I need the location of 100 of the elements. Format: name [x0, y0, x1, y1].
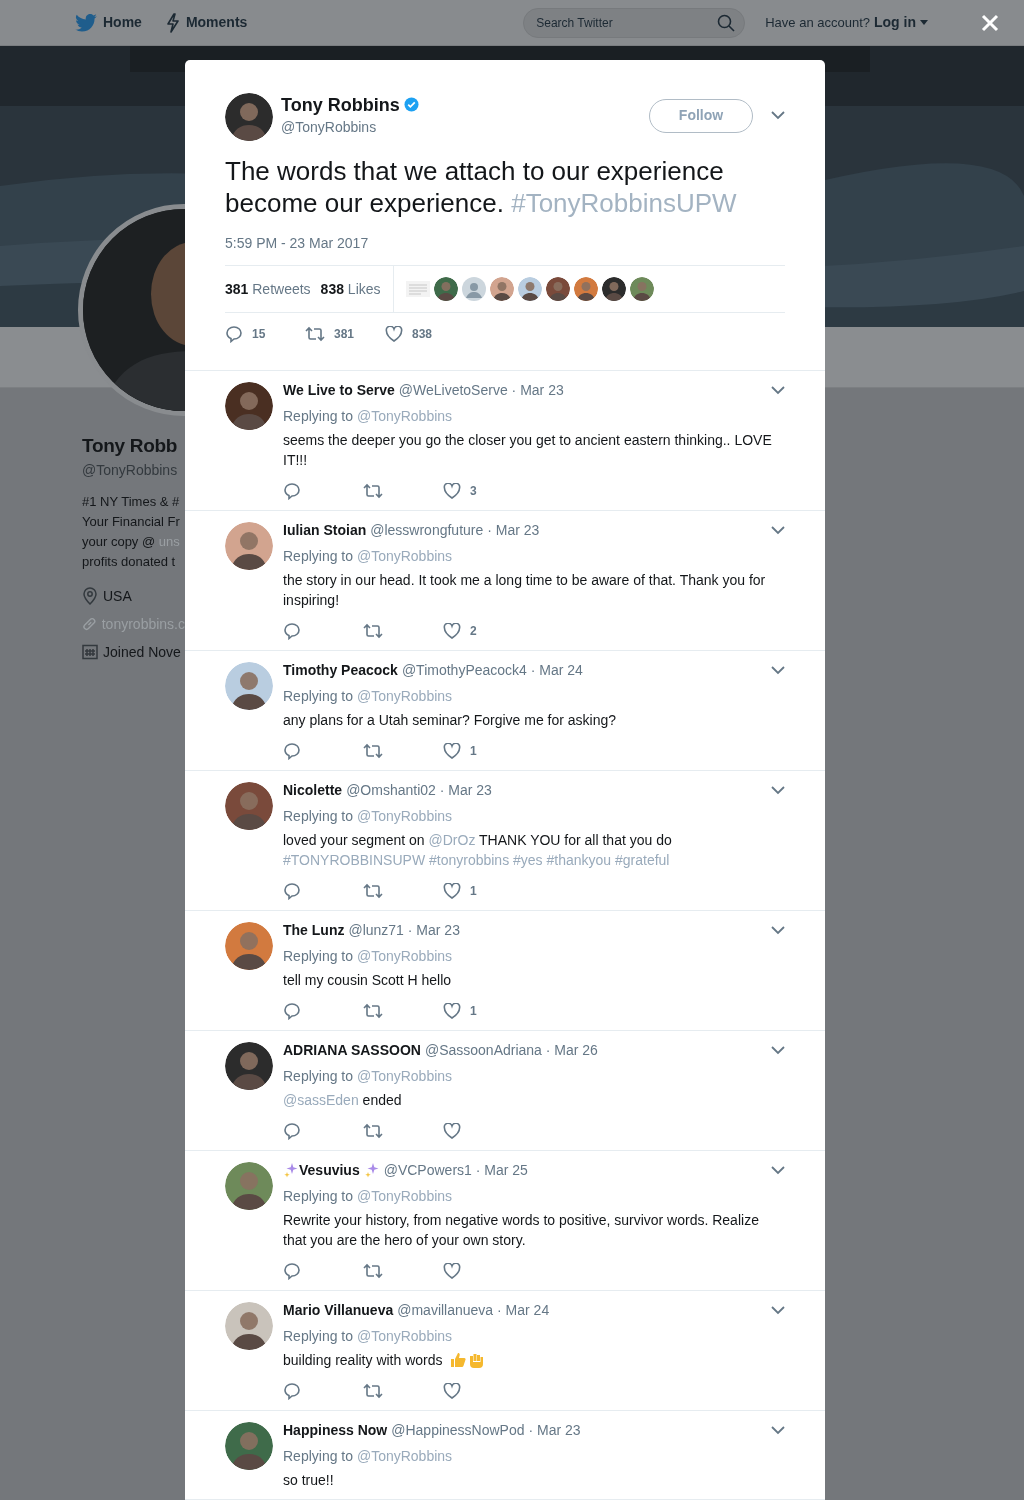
search-icon	[717, 13, 736, 32]
reply-handle-date: @Omshanti02 · Mar 23	[346, 781, 492, 800]
reply-text: any plans for a Utah seminar? Forgive me for asking?	[283, 711, 618, 730]
liker-avatar	[489, 277, 514, 301]
like-button[interactable]: 3	[443, 482, 523, 500]
author-handle: @TonyRobbins	[281, 117, 378, 137]
close-icon[interactable]	[981, 14, 999, 32]
retweet-button[interactable]: 381	[305, 325, 385, 343]
reply-icon	[283, 482, 301, 500]
reply-button[interactable]: 15	[225, 325, 305, 343]
chevron-down-icon[interactable]	[771, 785, 785, 795]
reply-avatar	[225, 382, 273, 430]
reply-handle-date: @VCPowers1 · Mar 25	[383, 1161, 528, 1180]
mention-link[interactable]: @TonyRobbins	[356, 548, 453, 564]
liker-avatar	[545, 277, 570, 301]
chevron-down-icon[interactable]	[771, 111, 785, 120]
nav-link[interactable]: Moments	[165, 12, 248, 33]
reply-author-name: Timothy Peacock	[283, 661, 398, 680]
reply-text: Rewrite your history, from negative words to positive, survivor words. Realize that you are the hero of your own story.	[283, 1211, 760, 1250]
login-button[interactable]: Log in	[870, 12, 928, 33]
heart-icon	[443, 1263, 461, 1279]
reply-link[interactable]: #TONYROBBINSUPW #tonyrobbins #yes #thankyou #grateful	[283, 852, 670, 868]
profile-detail: USA	[103, 587, 132, 606]
liker-avatar[interactable]	[461, 277, 486, 301]
replying-to-text: Replying to @TonyRobbins	[283, 1447, 454, 1466]
retweet-icon	[363, 1263, 383, 1279]
reply-avatar	[225, 1302, 273, 1350]
follow-button[interactable]: Follow	[649, 98, 753, 133]
like-count[interactable]: 838 Likes	[320, 278, 381, 300]
reply-author-name: ADRIANA SASSOON	[283, 1041, 421, 1060]
chevron-down-icon[interactable]	[771, 1045, 785, 1055]
like-button[interactable]: 1	[443, 742, 523, 760]
chevron-down-icon[interactable]	[771, 665, 785, 675]
retweet-count[interactable]: 381 Retweets	[225, 278, 311, 300]
mention-link[interactable]: @TonyRobbins	[356, 1448, 453, 1464]
chevron-down-icon[interactable]	[771, 1425, 785, 1435]
liker-avatar	[517, 277, 542, 301]
reply-avatar	[225, 522, 273, 570]
reply-link[interactable]: @sassEden	[283, 1092, 359, 1108]
hashtag-link[interactable]: #TonyRobbinsUPW	[511, 188, 737, 218]
reply-handle-date: @SassoonAdriana · Mar 26	[424, 1041, 598, 1060]
chevron-down-icon[interactable]	[771, 1305, 785, 1315]
reply-author-name: Iulian Stoian	[283, 521, 367, 540]
replying-to-text: Replying to @TonyRobbins	[283, 1187, 454, 1206]
chevron-down-icon[interactable]	[771, 925, 785, 935]
mention-link[interactable]: @TonyRobbins	[356, 948, 453, 964]
reply-text: the story in our head. It took me a long time to be aware of that. Thank you for inspiring!	[283, 571, 767, 610]
replying-to-text: Replying to @TonyRobbins	[283, 1067, 454, 1086]
reply-icon	[283, 1122, 301, 1140]
retweet-icon	[363, 483, 383, 499]
heart-icon	[443, 483, 461, 499]
reply-avatar	[225, 922, 273, 970]
search-field[interactable]: Search Twitter	[523, 7, 746, 38]
tweet-timestamp: 5:59 PM - 23 Mar 2017	[225, 234, 370, 253]
link-icon	[82, 616, 97, 632]
like-button[interactable]: 838	[385, 325, 465, 343]
reply-avatar	[225, 1422, 273, 1470]
calendar-icon	[82, 644, 98, 660]
account-prompt: Have an account?	[765, 13, 870, 32]
mention-link[interactable]: @TonyRobbins	[356, 688, 453, 704]
retweet-icon	[363, 1383, 383, 1399]
reply-text: building reality with words	[283, 1350, 785, 1370]
mention-link[interactable]: @TonyRobbins	[356, 1068, 453, 1084]
chevron-down-icon[interactable]	[771, 385, 785, 395]
chevron-down-icon[interactable]	[771, 1165, 785, 1175]
reply-handle-date: @lesswrongfuture · Mar 23	[370, 521, 540, 540]
bio-text: Your Financial Fr	[82, 513, 181, 531]
reply-icon	[283, 1262, 301, 1280]
reply-text: @sassEden ended	[283, 1091, 403, 1110]
bio-text: #1 NY Times & #	[82, 493, 181, 511]
profile-detail: Joined Nove	[103, 643, 181, 662]
reply-icon	[283, 742, 301, 760]
retweet-icon	[363, 883, 383, 899]
mention-link[interactable]: @TonyRobbins	[356, 1188, 453, 1204]
reply-author-name: We Live to Serve	[283, 381, 395, 400]
nav-link[interactable]: Home	[75, 12, 142, 33]
reply-handle-date: @TimothyPeacock4 · Mar 24	[401, 661, 583, 680]
reply-link[interactable]: @DrOz	[428, 832, 476, 848]
reply-handle-date: @WeLivetoServe · Mar 23	[398, 381, 564, 400]
heart-icon	[443, 1003, 461, 1019]
like-button[interactable]: 1	[443, 1002, 523, 1020]
mention-link[interactable]: @TonyRobbins	[356, 808, 453, 824]
reply-icon	[283, 1382, 301, 1400]
profile-name: Tony Robb	[82, 434, 179, 458]
mention-link[interactable]: @TonyRobbins	[356, 1328, 453, 1344]
reply-handle-date: @HappinessNowPod · Mar 23	[391, 1421, 581, 1440]
retweet-icon	[363, 623, 383, 639]
like-button[interactable]: 1	[443, 882, 523, 900]
reply-text: loved your segment on @DrOz THANK YOU for all that you do #TONYROBBINSUPW #tonyrobbins #yes #thankyou #grateful	[283, 831, 673, 870]
reply-author-name: The Lunz	[283, 921, 345, 940]
reply-author-name: Vesuvius	[299, 1161, 360, 1180]
sparkle-icon	[283, 1162, 299, 1178]
reply-avatar	[225, 1042, 273, 1090]
heart-icon	[443, 883, 461, 899]
reply-icon	[225, 325, 243, 343]
retweet-icon	[363, 1003, 383, 1019]
liker-avatar	[573, 277, 598, 301]
mention-link[interactable]: @TonyRobbins	[356, 408, 453, 424]
like-button[interactable]: 2	[443, 622, 523, 640]
chevron-down-icon[interactable]	[771, 525, 785, 535]
